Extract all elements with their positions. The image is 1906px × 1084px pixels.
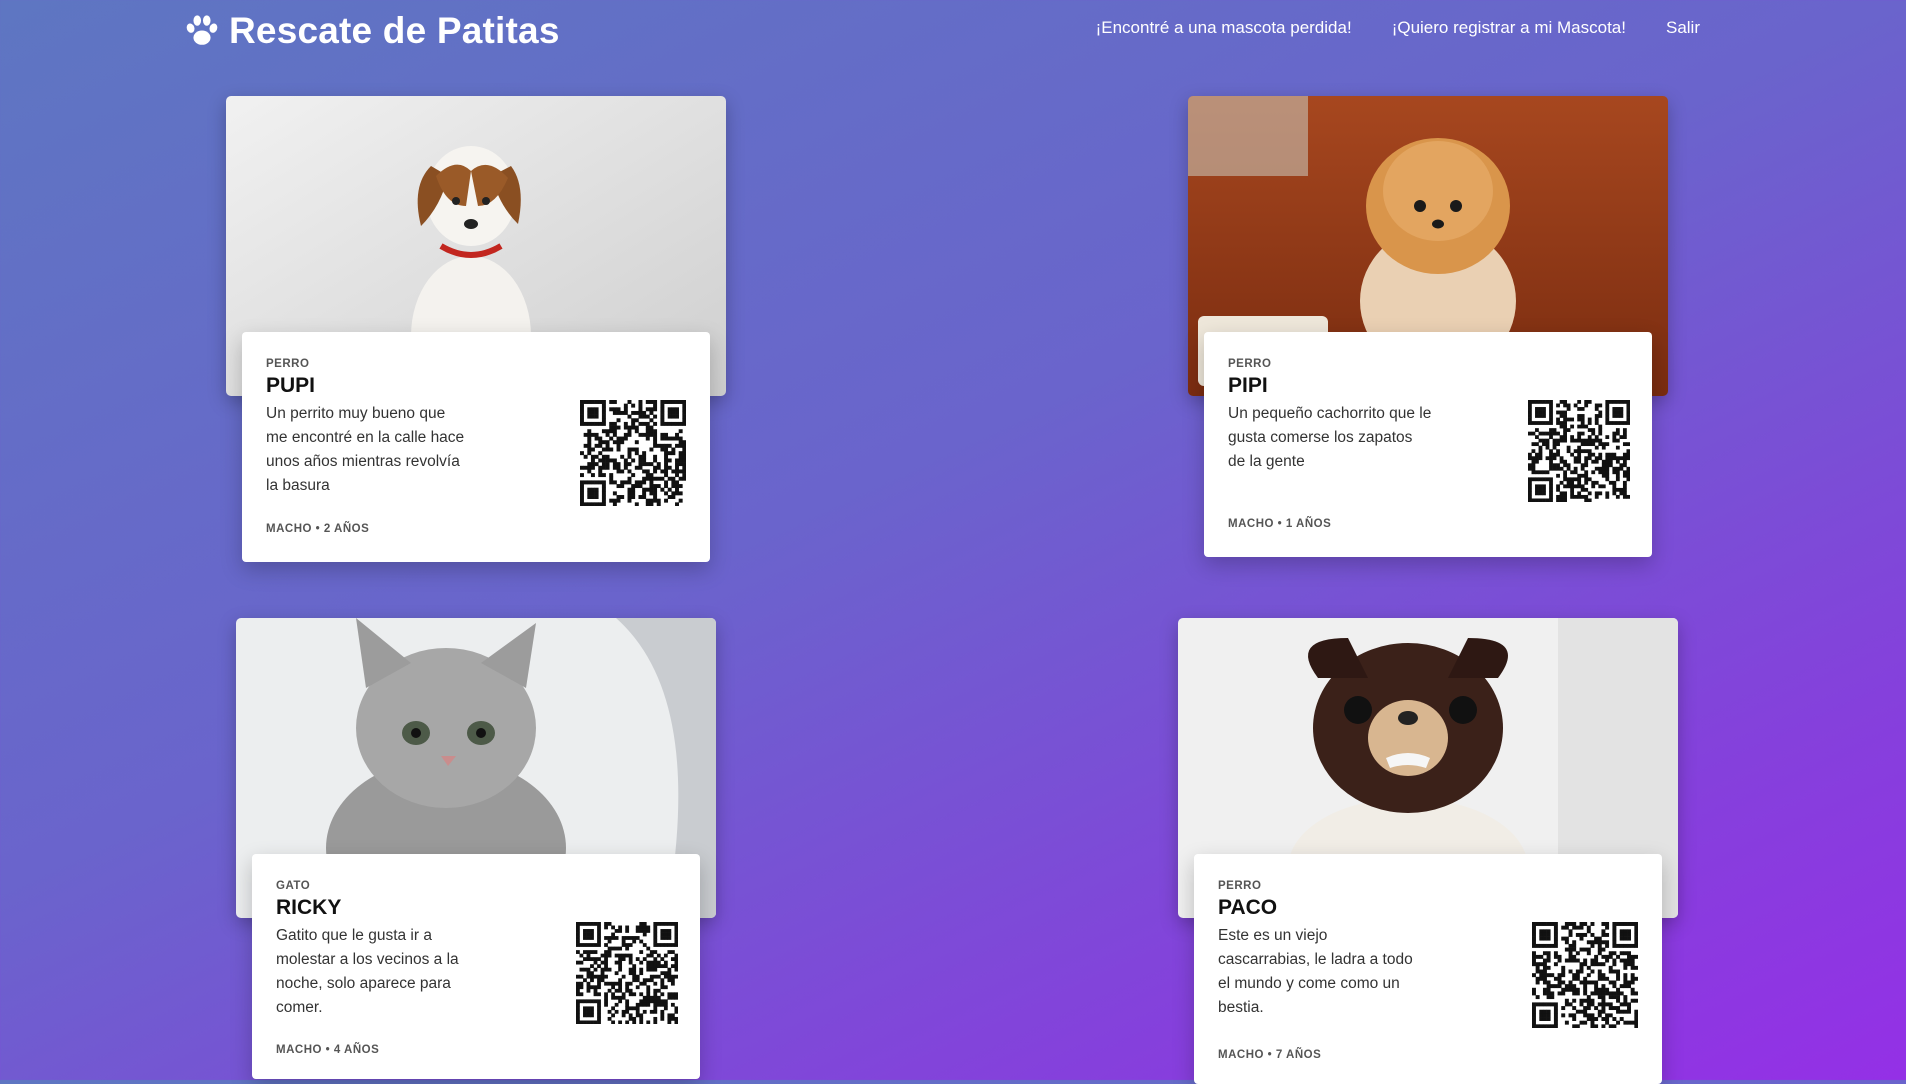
qr-code[interactable] xyxy=(1528,400,1630,502)
brand-logo[interactable]: Rescate de Patitas xyxy=(183,10,560,52)
pet-name: PACO xyxy=(1218,896,1278,919)
pet-species: PERRO xyxy=(1218,880,1262,892)
nav-link-found-pet[interactable]: ¡Encontré a una mascota perdida! xyxy=(1096,18,1352,38)
pet-meta: MACHO • 7 AÑOS xyxy=(1218,1049,1322,1061)
pet-description: Un pequeño cachorrito que le gusta comer… xyxy=(1228,405,1432,470)
pet-description: Gatito que le gusta ir a molestar a los … xyxy=(276,927,459,1016)
pet-name: RICKY xyxy=(276,896,342,919)
qr-code[interactable] xyxy=(1532,922,1638,1028)
pet-description: Este es un viejo cascarrabias, le ladra … xyxy=(1218,927,1413,1016)
pet-species: PERRO xyxy=(1228,358,1272,370)
pet-info-card: GATO RICKY Gatito que le gusta ir a mole… xyxy=(252,854,700,1079)
brand-title: Rescate de Patitas xyxy=(229,10,560,51)
pet-meta: MACHO • 2 AÑOS xyxy=(266,523,370,535)
pet-info-card: PERRO PIPI Un pequeño cachorrito que le … xyxy=(1204,332,1652,557)
qr-code[interactable] xyxy=(576,922,678,1024)
pet-meta: MACHO • 1 AÑOS xyxy=(1228,518,1332,530)
pet-species: GATO xyxy=(276,880,311,892)
pet-info-card: PERRO PUPI Un perrito muy bueno que me e… xyxy=(242,332,710,562)
pet-name: PUPI xyxy=(266,374,316,397)
pet-meta: MACHO • 4 AÑOS xyxy=(276,1044,380,1056)
top-navbar: Rescate de Patitas ¡Encontré a una masco… xyxy=(0,0,1906,62)
pet-info-card: PERRO PACO Este es un viejo cascarrabias… xyxy=(1194,854,1662,1084)
pet-species: PERRO xyxy=(266,358,310,370)
nav-link-register-pet[interactable]: ¡Quiero registrar a mi Mascota! xyxy=(1392,18,1626,38)
pet-name: PIPI xyxy=(1228,374,1268,397)
nav-link-logout[interactable]: Salir xyxy=(1666,18,1700,38)
paw-icon xyxy=(186,15,218,45)
pet-description: Un perrito muy bueno que me encontré en … xyxy=(266,405,465,494)
qr-code[interactable] xyxy=(580,400,686,506)
nav-links: ¡Encontré a una mascota perdida! ¡Quiero… xyxy=(1096,18,1700,38)
